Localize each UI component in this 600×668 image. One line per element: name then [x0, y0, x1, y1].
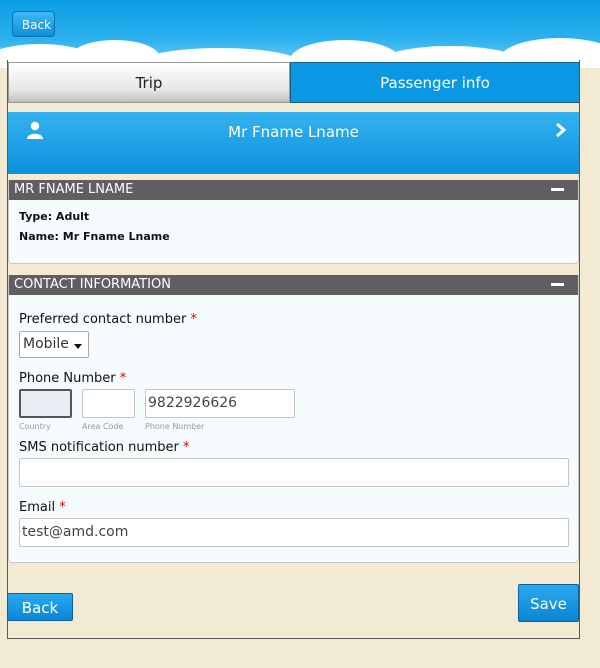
back-button[interactable]: Back: [7, 593, 73, 621]
contact-panel-header[interactable]: CONTACT INFORMATION: [9, 275, 578, 295]
contact-panel: CONTACT INFORMATION Preferred contact nu…: [8, 275, 579, 563]
preferred-contact-label: Preferred contact number *: [19, 312, 197, 327]
sky-header: [0, 0, 600, 68]
phone-number-sublabel: Phone Number: [145, 422, 205, 431]
passenger-panel-title: MR FNAME LNAME: [14, 182, 134, 197]
phone-number-label: Phone Number *: [19, 371, 127, 386]
phone-number-input[interactable]: 9822926626: [145, 389, 295, 418]
chevron-right-icon[interactable]: [555, 123, 567, 137]
chevron-down-icon: [74, 344, 82, 349]
area-code-sublabel: Area Code: [82, 422, 124, 431]
tab-trip[interactable]: Trip: [8, 62, 290, 103]
passenger-type: Type: Adult: [19, 210, 90, 223]
contact-panel-title: CONTACT INFORMATION: [14, 277, 171, 292]
passenger-full-name: Name: Mr Fname Lname: [19, 230, 170, 243]
save-button[interactable]: Save: [518, 584, 579, 622]
passenger-selector[interactable]: Mr Fname Lname: [8, 112, 579, 174]
sms-number-input[interactable]: [19, 458, 569, 487]
tab-bar: Trip Passenger info: [8, 62, 580, 103]
passenger-panel-header[interactable]: MR FNAME LNAME: [9, 180, 578, 200]
email-input[interactable]: test@amd.com: [19, 518, 569, 547]
header-back-button[interactable]: Back: [12, 11, 55, 37]
area-code-input[interactable]: [82, 389, 135, 418]
passenger-name: Mr Fname Lname: [228, 123, 359, 141]
collapse-icon[interactable]: [551, 188, 564, 191]
sms-label: SMS notification number *: [19, 440, 190, 455]
tab-passenger-info[interactable]: Passenger info: [290, 62, 580, 103]
country-sublabel: Country: [19, 422, 51, 431]
passenger-panel: MR FNAME LNAME Type: Adult Name: Mr Fnam…: [8, 180, 579, 264]
preferred-contact-select[interactable]: Mobile: [19, 331, 89, 358]
email-label: Email *: [19, 500, 66, 515]
country-code-input[interactable]: [19, 389, 72, 418]
collapse-icon[interactable]: [551, 283, 564, 286]
